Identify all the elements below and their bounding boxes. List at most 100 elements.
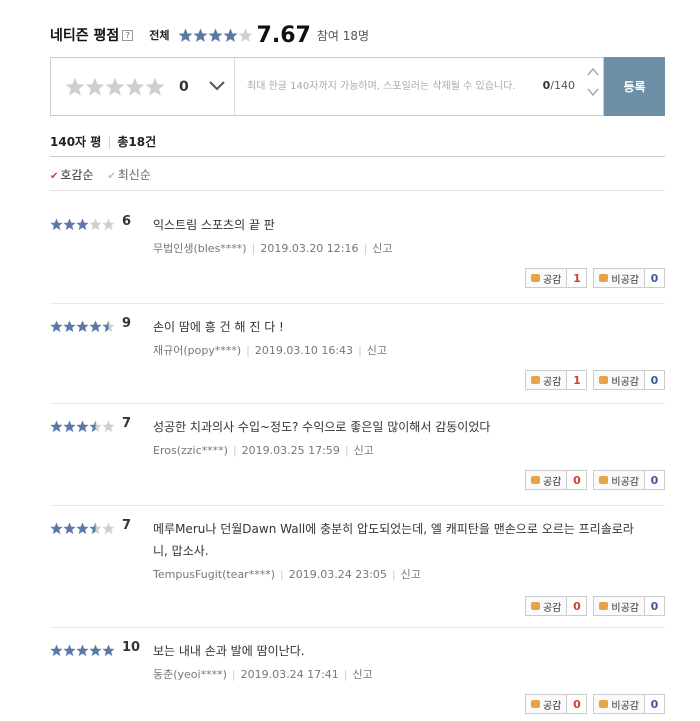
report-link[interactable]: 신고: [401, 568, 421, 581]
help-icon[interactable]: ?: [122, 29, 134, 41]
summary-total: 총18건: [117, 135, 157, 149]
review-author[interactable]: 동춘(yeoi****): [153, 668, 227, 681]
vote-buttons: 공감 1 비공감 0: [524, 268, 665, 288]
star-icon: [237, 28, 253, 43]
review-author[interactable]: 재규어(popy****): [153, 344, 241, 357]
check-icon: ✔: [107, 171, 116, 182]
star-rating-select[interactable]: 0: [51, 58, 235, 115]
review-meta: 재규어(popy****) | 2019.03.10 16:43 | 신고: [153, 342, 387, 358]
divider: |: [246, 344, 250, 357]
review-text: 성공한 치과의사 수입~정도? 수익으로 좋은일 많이해서 감동이었다: [153, 420, 491, 434]
star-icon: [65, 77, 85, 97]
star-icon: [102, 320, 115, 333]
star-icon: [89, 218, 102, 231]
review-score: 6: [122, 214, 132, 229]
dislike-button[interactable]: 비공감: [593, 596, 645, 616]
review-date: 2019.03.10 16:43: [254, 344, 354, 357]
like-count: 0: [567, 596, 588, 616]
star-icon: [89, 420, 102, 433]
star-icon: [63, 320, 76, 333]
page-title: 네티즌 평점: [50, 28, 120, 44]
divider: |: [280, 568, 284, 581]
review-author[interactable]: 무법인생(bles****): [153, 242, 247, 255]
review-score: 7: [122, 416, 132, 431]
divider: |: [251, 242, 256, 255]
like-button[interactable]: 공감: [524, 370, 568, 390]
review-date: 2019.03.25 17:59: [241, 444, 340, 457]
divider: |: [343, 668, 348, 681]
star-icon: [63, 644, 76, 657]
selected-rating: 0: [179, 78, 189, 95]
dislike-count: 0: [645, 470, 665, 490]
divider: |: [358, 344, 362, 357]
sort-options: ✔ 호감순 ✔ 최신순: [50, 166, 151, 183]
thumbs-down-icon: [599, 274, 609, 282]
dislike-button[interactable]: 비공감: [593, 370, 645, 390]
like-button[interactable]: 공감: [524, 694, 568, 714]
char-max: /140: [550, 79, 575, 92]
divider: |: [107, 135, 112, 149]
rating-header: 네티즌 평점 ? 전체 7.67 참여 18명: [50, 18, 369, 52]
vote-buttons: 공감 0 비공감 0: [524, 596, 665, 616]
sort-latest[interactable]: ✔ 최신순: [107, 168, 151, 182]
report-link[interactable]: 신고: [367, 344, 387, 357]
empty-stars[interactable]: [65, 77, 165, 97]
star-icon: [102, 420, 115, 433]
average-rating: 7.67: [256, 22, 311, 48]
review-author[interactable]: Eros(zzic****): [153, 444, 228, 457]
report-link[interactable]: 신고: [372, 242, 392, 255]
star-icon: [105, 77, 125, 97]
submit-button[interactable]: 등록: [604, 57, 665, 116]
review-author[interactable]: TempusFugit(tear****): [153, 568, 275, 581]
scroll-arrows[interactable]: [587, 68, 599, 96]
dislike-button[interactable]: 비공감: [593, 470, 645, 490]
star-icon: [50, 320, 63, 333]
review-meta: 동춘(yeoi****) | 2019.03.24 17:41 | 신고: [153, 666, 373, 682]
thumbs-up-icon: [530, 376, 540, 384]
star-icon: [102, 218, 115, 231]
star-icon: [89, 522, 102, 535]
divider: |: [231, 668, 236, 681]
like-count: 1: [567, 370, 588, 390]
char-counter: 0/140: [543, 79, 575, 92]
sort-likes[interactable]: ✔ 호감순: [50, 168, 94, 182]
star-icon: [50, 644, 63, 657]
chevron-down-icon[interactable]: [209, 80, 225, 94]
review-score: 9: [122, 316, 132, 331]
thumbs-up-icon: [530, 602, 540, 610]
star-icon: [89, 644, 102, 657]
star-icon: [192, 28, 208, 43]
dislike-count: 0: [645, 370, 665, 390]
star-icon: [145, 77, 165, 97]
vote-buttons: 공감 1 비공감 0: [524, 370, 665, 390]
review-input[interactable]: [235, 58, 525, 115]
thumbs-down-icon: [599, 700, 609, 708]
divider: [50, 505, 665, 506]
like-button[interactable]: 공감: [524, 470, 568, 490]
review-text: 익스트림 스포츠의 끝 판: [153, 218, 275, 232]
star-icon: [76, 320, 89, 333]
dislike-button[interactable]: 비공감: [593, 694, 645, 714]
star-icon: [207, 28, 223, 43]
chevron-up-icon[interactable]: [587, 68, 599, 76]
review-stars: [50, 522, 115, 535]
divider: [50, 627, 665, 628]
review-stars: [50, 420, 115, 433]
star-icon: [76, 218, 89, 231]
review-summary: 140자 평 | 총18건: [50, 133, 156, 150]
review-meta: TempusFugit(tear****) | 2019.03.24 23:05 | 신…: [153, 566, 421, 582]
like-count: 0: [567, 470, 588, 490]
divider: |: [391, 568, 396, 581]
thumbs-up-icon: [530, 476, 540, 484]
like-button[interactable]: 공감: [524, 596, 568, 616]
report-link[interactable]: 신고: [353, 668, 373, 681]
like-button[interactable]: 공감: [524, 268, 568, 288]
star-icon: [76, 644, 89, 657]
chevron-down-icon[interactable]: [587, 88, 599, 96]
star-icon: [50, 420, 63, 433]
report-link[interactable]: 신고: [354, 444, 374, 457]
dislike-count: 0: [645, 596, 665, 616]
divider: [50, 303, 665, 304]
dislike-button[interactable]: 비공감: [593, 268, 645, 288]
star-icon: [125, 77, 145, 97]
